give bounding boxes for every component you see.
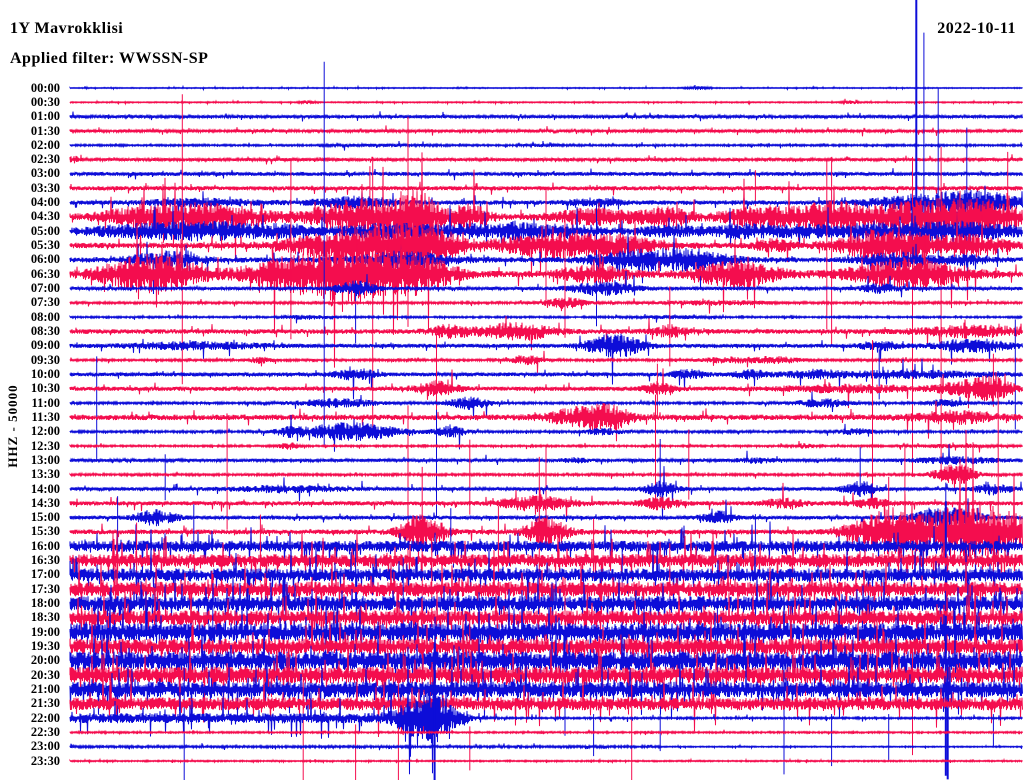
helicorder-plot (69, 0, 1023, 780)
trace-row-22:30 (69, 729, 1023, 736)
trace-row-11:30 (69, 400, 1023, 442)
trace-row-01:30 (69, 125, 1023, 137)
trace-row-00:30 (69, 98, 1023, 106)
trace-row-23:30 (69, 757, 1023, 765)
trace-row-02:00 (69, 140, 1023, 151)
trace-row-01:00 (69, 111, 1023, 122)
trace-row-08:00 (69, 313, 1023, 324)
trace-row-02:30 (69, 154, 1023, 165)
trace-row-03:00 (69, 168, 1023, 181)
helicorder-screen: 1Y Mavrokklisi Applied filter: WWSSN-SP … (0, 0, 1024, 780)
trace-row-00:00 (69, 84, 1023, 92)
trace-row-23:00 (69, 743, 1023, 751)
